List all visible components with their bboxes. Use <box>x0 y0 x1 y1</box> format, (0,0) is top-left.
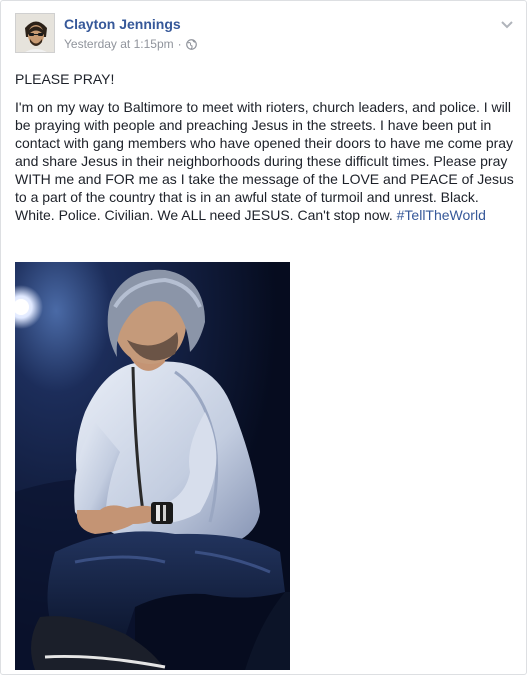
post-subline: Yesterday at 1:15pm · <box>64 37 197 51</box>
profile-photo-image <box>16 14 54 52</box>
hashtag-link[interactable]: #TellTheWorld <box>397 207 486 223</box>
separator-dot: · <box>177 37 182 51</box>
post-body-text: I'm on my way to Baltimore to meet with … <box>15 99 514 223</box>
facebook-post: Clayton Jennings Yesterday at 1:15pm · P… <box>0 0 527 675</box>
avatar[interactable] <box>15 13 55 53</box>
globe-icon[interactable] <box>185 38 197 50</box>
post-body: I'm on my way to Baltimore to meet with … <box>15 98 515 224</box>
post-text: PLEASE PRAY! I'm on my way to Baltimore … <box>15 70 515 224</box>
kneeling-man-photo-image <box>15 262 290 670</box>
author-name[interactable]: Clayton Jennings <box>64 16 197 32</box>
post-timestamp[interactable]: Yesterday at 1:15pm <box>64 37 174 51</box>
post-meta: Clayton Jennings Yesterday at 1:15pm · <box>64 13 197 53</box>
post-title: PLEASE PRAY! <box>15 71 115 87</box>
post-photo[interactable] <box>15 262 290 670</box>
chevron-down-icon[interactable] <box>500 17 514 29</box>
post-header: Clayton Jennings Yesterday at 1:15pm · <box>15 13 197 53</box>
